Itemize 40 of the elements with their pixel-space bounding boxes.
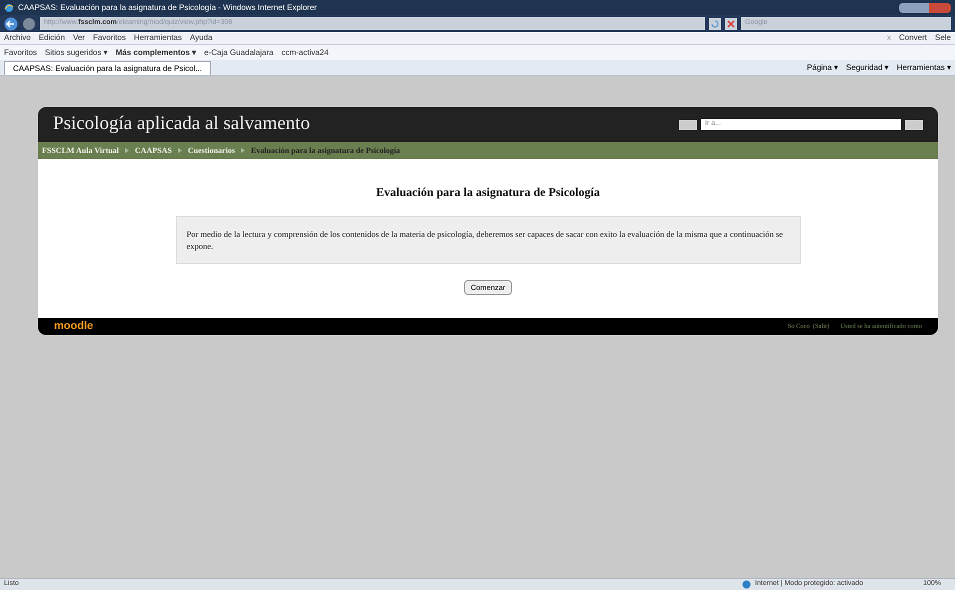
select-button[interactable]: Sele bbox=[934, 32, 951, 44]
maximize-button[interactable] bbox=[915, 2, 929, 12]
breadcrumb-link[interactable]: CAAPSAS bbox=[134, 144, 172, 156]
command-button[interactable]: Página ▾ bbox=[806, 62, 838, 74]
refresh-icon bbox=[709, 18, 721, 30]
menu-item[interactable]: Ayuda bbox=[190, 32, 212, 44]
previous-button[interactable] bbox=[679, 120, 697, 130]
favorites-link[interactable]: e-Caja Guadalajara bbox=[204, 46, 274, 58]
triangle-right-icon bbox=[124, 148, 129, 153]
convert-button[interactable]: Convert bbox=[898, 32, 927, 44]
favorites-button[interactable]: Favoritos bbox=[4, 46, 37, 58]
browser-logo-icon bbox=[4, 2, 14, 12]
breadcrumb-current: Evaluación para la asignatura de Psicología bbox=[250, 144, 400, 156]
breadcrumb-link[interactable]: FSSCLM Aula Virtual bbox=[42, 144, 119, 156]
menu-item[interactable]: Ver bbox=[72, 32, 85, 44]
menu-item[interactable]: Herramientas bbox=[134, 32, 182, 44]
menu-item[interactable]: Favoritos bbox=[92, 32, 126, 44]
menu-item[interactable]: Archivo bbox=[4, 32, 31, 44]
moodle-logo[interactable]: moodle bbox=[54, 318, 94, 335]
favorites-link[interactable]: ccm-activa24 bbox=[281, 46, 329, 58]
stop-icon bbox=[725, 18, 737, 30]
site-title: Psicología aplicada al salvamento bbox=[53, 112, 310, 136]
close-button[interactable] bbox=[929, 2, 951, 12]
favorites-link[interactable]: Sitios sugeridos ▾ bbox=[44, 46, 108, 58]
menu-item[interactable]: Edición bbox=[38, 32, 65, 44]
command-button[interactable]: Seguridad ▾ bbox=[846, 62, 889, 74]
globe-icon bbox=[742, 580, 752, 589]
triangle-right-icon bbox=[178, 148, 182, 153]
command-button[interactable]: Herramientas ▾ bbox=[896, 62, 951, 74]
back-icon bbox=[4, 16, 18, 30]
window-title: CAAPSAS: Evaluación para la asignatura de Psicología - Windows Internet Explorer bbox=[18, 2, 317, 14]
minimize-button[interactable] bbox=[899, 2, 915, 12]
favorites-link[interactable]: Más complementos ▾ bbox=[116, 46, 196, 58]
page-heading: Evaluación para la asignatura de Psicología bbox=[376, 184, 600, 201]
browser-tab[interactable]: CAAPSAS: Evaluación para la asignatura de Psicol... bbox=[4, 61, 211, 75]
next-button[interactable] bbox=[905, 120, 923, 130]
triangle-right-icon bbox=[240, 148, 245, 153]
breadcrumb-link[interactable]: Cuestionarios bbox=[188, 144, 235, 156]
forward-icon bbox=[22, 16, 36, 30]
intro-text: Por medio de la lectura y comprensión de los contenidos de la materia de psicología, deberemos ser capaces de sacar con exito la evaluación de la misma que a continuación se expone. bbox=[176, 216, 800, 264]
